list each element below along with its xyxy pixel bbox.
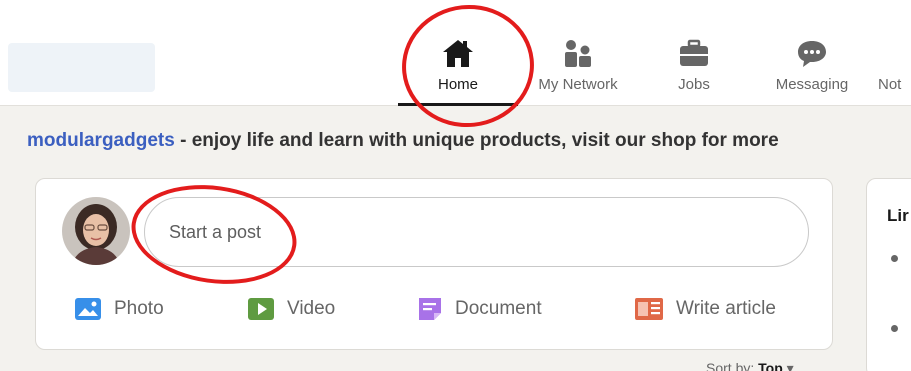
photo-icon [75,298,101,320]
nav-home-label: Home [437,76,478,93]
message-icon [798,41,826,67]
chevron-down-icon: ▾ [786,360,794,371]
nav-messaging[interactable]: Messaging [766,36,858,106]
write-article-label: Write article [676,298,776,319]
article-icon [635,298,663,320]
nav-my-network[interactable]: My Network [528,36,628,106]
sort-value: Top [758,360,783,371]
video-label: Video [287,298,336,319]
nav-notifications[interactable]: Not [878,36,911,106]
nav-messaging-label: Messaging [775,76,849,93]
top-nav-bar: Home My Network Jobs Messaging Not [0,0,911,106]
news-bullet [891,255,898,262]
nav-home[interactable]: Home [398,36,518,106]
news-sidebar-card: Lir [866,178,911,371]
nav-active-indicator [398,103,518,106]
news-card-title: Lir [887,206,909,225]
news-bullet [891,325,898,332]
photo-button[interactable]: Photo [74,287,164,331]
sort-label: Sort by: [706,360,755,371]
composer-actions: Photo Video Document Write article [36,287,834,331]
network-icon [565,40,591,67]
start-post-button[interactable]: Start a post [144,197,809,267]
avatar[interactable] [62,197,130,265]
document-button[interactable]: Document [417,287,542,331]
search-box[interactable] [8,43,155,92]
nav-jobs[interactable]: Jobs [656,36,732,106]
home-icon [443,40,473,67]
avatar-photo [62,197,130,265]
sort-feed-control[interactable]: Sort by: Top ▾ [706,360,794,371]
promo-brand-link[interactable]: modulargadgets [27,130,175,151]
promo-banner: modulargadgets - enjoy life and learn wi… [27,130,779,152]
nav-jobs-label: Jobs [678,76,710,93]
video-button[interactable]: Video [247,287,335,331]
write-article-button[interactable]: Write article [634,287,776,331]
photo-label: Photo [114,298,164,319]
briefcase-icon [680,39,708,66]
nav-notifications-label: Not [878,76,902,93]
document-label: Document [455,298,542,319]
document-icon [419,298,441,320]
nav-my-network-label: My Network [538,76,618,93]
video-icon [248,298,274,320]
post-composer-card: Start a post Photo Video Document Write … [35,178,833,350]
promo-text: - enjoy life and learn with unique produ… [174,130,779,151]
